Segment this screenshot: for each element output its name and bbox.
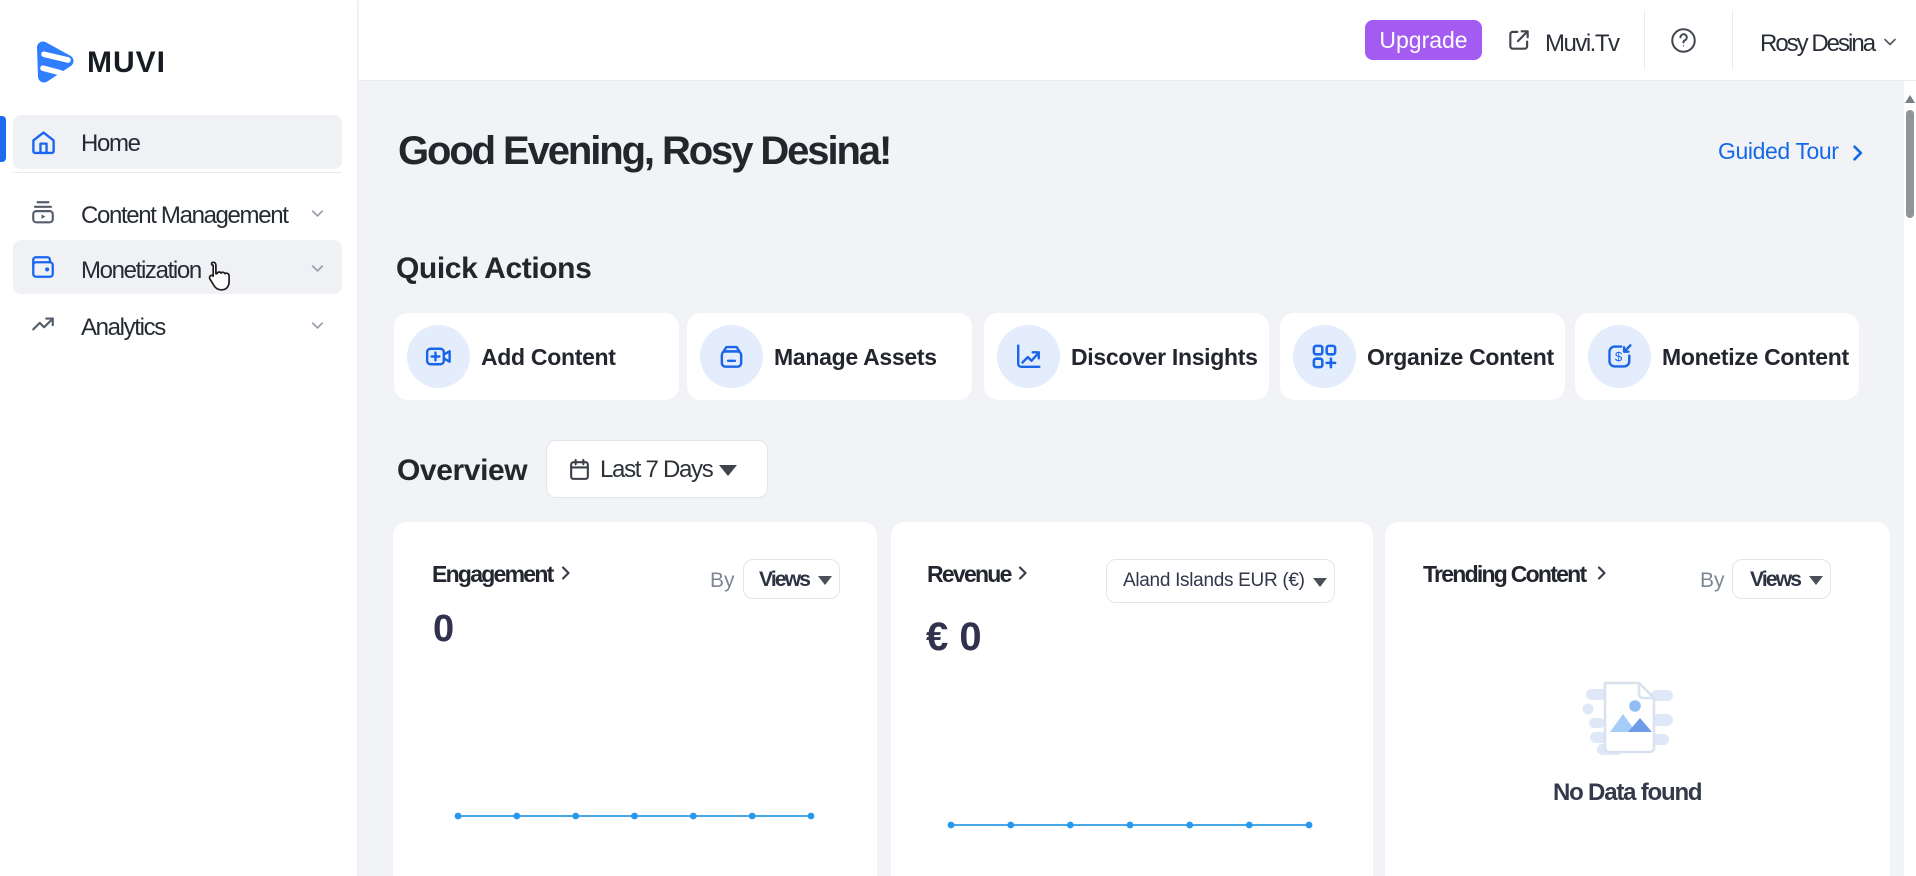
- svg-text:$: $: [1615, 349, 1623, 364]
